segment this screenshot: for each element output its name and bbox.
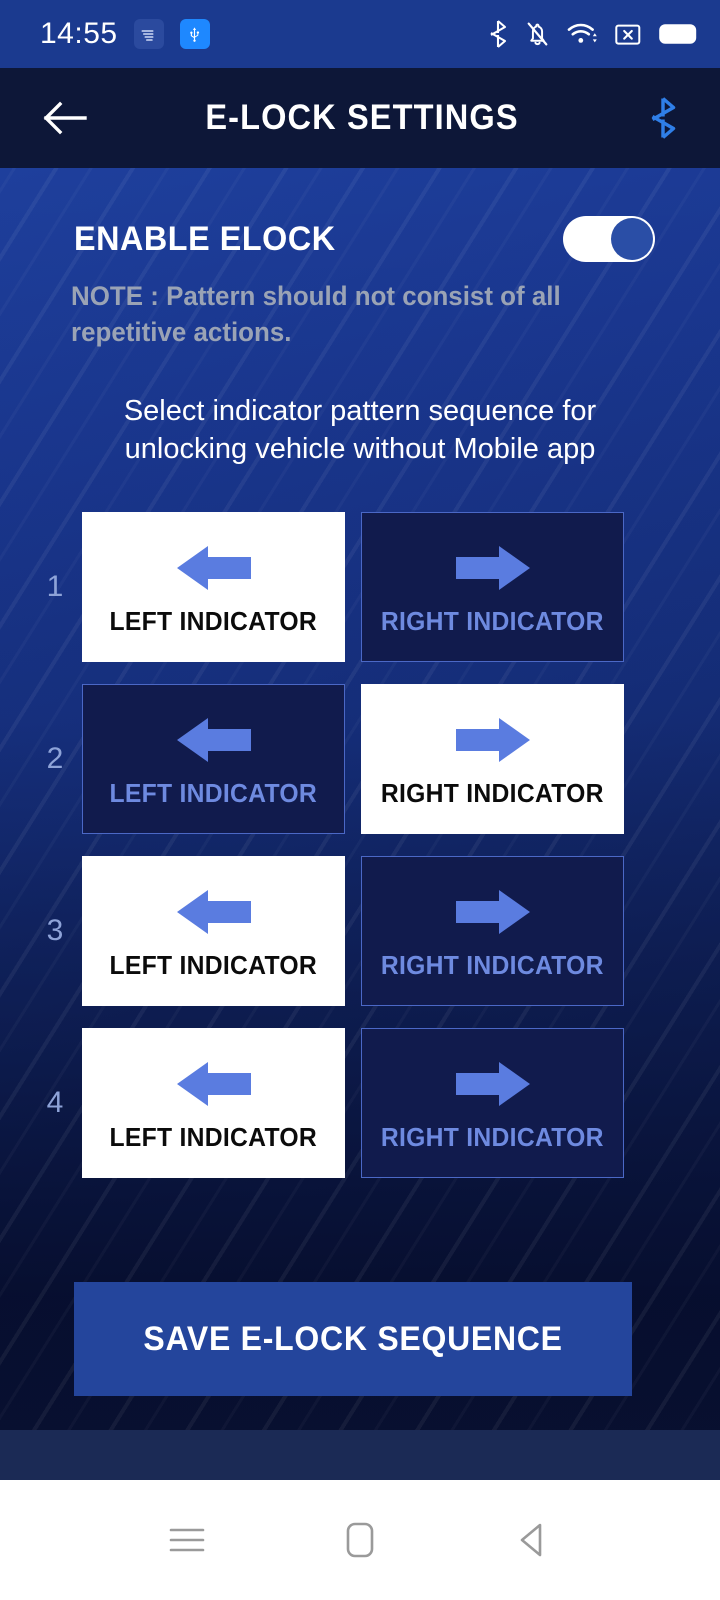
usb-icon bbox=[179, 19, 210, 49]
status-bar-left: 14:55 bbox=[40, 17, 210, 51]
row-options: LEFT INDICATOR RIGHT INDICATOR bbox=[82, 1028, 624, 1179]
wifi-icon bbox=[567, 23, 597, 43]
row-number: 3 bbox=[46, 914, 64, 948]
left-indicator-label: LEFT INDICATOR bbox=[109, 1121, 318, 1152]
arrow-right-block-icon bbox=[455, 1061, 530, 1106]
sim-no-signal-icon bbox=[615, 24, 641, 45]
save-elock-sequence-button[interactable]: SAVE E-LOCK SEQUENCE bbox=[74, 1282, 632, 1397]
right-indicator-label: RIGHT INDICATOR bbox=[381, 605, 604, 636]
arrow-right-block-icon bbox=[455, 717, 530, 762]
enable-elock-toggle[interactable] bbox=[563, 216, 655, 262]
row-options: LEFT INDICATOR RIGHT INDICATOR bbox=[82, 512, 624, 663]
arrow-left-block-icon bbox=[176, 545, 251, 590]
left-indicator-option[interactable]: LEFT INDICATOR bbox=[82, 684, 345, 835]
bluetooth-button[interactable] bbox=[636, 89, 690, 147]
pattern-note: NOTE : Pattern should not consist of all… bbox=[71, 281, 561, 348]
arrow-left-block-icon bbox=[176, 889, 251, 934]
row-number: 1 bbox=[46, 570, 64, 604]
bluetooth-icon bbox=[490, 20, 507, 48]
bottom-strip bbox=[0, 1430, 720, 1480]
row-number: 2 bbox=[46, 742, 64, 776]
arrow-left-icon bbox=[43, 101, 87, 135]
right-indicator-label: RIGHT INDICATOR bbox=[381, 1121, 604, 1152]
enable-elock-row: ENABLE ELOCK bbox=[0, 168, 720, 262]
pattern-row: 4 LEFT INDICATOR RIGHT INDICATOR bbox=[0, 1028, 720, 1179]
save-button-label: SAVE E-LOCK SEQUENCE bbox=[143, 1319, 563, 1358]
right-indicator-option[interactable]: RIGHT INDICATOR bbox=[361, 684, 624, 835]
weather-chip-icon bbox=[133, 19, 164, 49]
home-icon bbox=[346, 1522, 374, 1558]
toggle-knob bbox=[611, 218, 653, 260]
back-button[interactable] bbox=[493, 1500, 573, 1580]
left-indicator-option[interactable]: LEFT INDICATOR bbox=[82, 1028, 345, 1179]
battery-full-icon bbox=[659, 24, 697, 44]
instruction-text: Select indicator pattern sequence for un… bbox=[123, 394, 597, 465]
left-indicator-label: LEFT INDICATOR bbox=[109, 777, 318, 808]
pattern-row: 2 LEFT INDICATOR RIGHT INDICATOR bbox=[0, 684, 720, 835]
left-indicator-label: LEFT INDICATOR bbox=[109, 605, 318, 636]
arrow-left-block-icon bbox=[176, 717, 251, 762]
row-number: 4 bbox=[46, 1086, 64, 1120]
row-options: LEFT INDICATOR RIGHT INDICATOR bbox=[82, 684, 624, 835]
home-button[interactable] bbox=[320, 1500, 400, 1580]
recents-button[interactable] bbox=[147, 1500, 227, 1580]
notifications-off-icon bbox=[527, 22, 548, 45]
right-indicator-label: RIGHT INDICATOR bbox=[381, 949, 604, 980]
status-bar: 14:55 bbox=[0, 0, 720, 68]
right-indicator-option[interactable]: RIGHT INDICATOR bbox=[361, 512, 624, 663]
back-button[interactable] bbox=[36, 89, 94, 147]
pattern-row: 3 LEFT INDICATOR RIGHT INDICATOR bbox=[0, 856, 720, 1007]
recents-icon bbox=[169, 1528, 204, 1552]
save-button-wrap: SAVE E-LOCK SEQUENCE bbox=[0, 1200, 720, 1397]
right-indicator-label: RIGHT INDICATOR bbox=[381, 777, 604, 808]
left-indicator-label: LEFT INDICATOR bbox=[109, 949, 318, 980]
main-content: ENABLE ELOCK NOTE : Pattern should not c… bbox=[0, 168, 720, 1480]
app-bar: E-LOCK SETTINGS bbox=[0, 68, 720, 168]
status-bar-right bbox=[488, 20, 698, 48]
back-icon bbox=[521, 1523, 542, 1557]
status-bar-clock: 14:55 bbox=[40, 17, 118, 50]
enable-elock-label: ENABLE ELOCK bbox=[74, 219, 336, 258]
page-title: E-LOCK SETTINGS bbox=[205, 98, 519, 137]
pattern-rows: 1 LEFT INDICATOR RIGHT INDICATOR 2 LEFT … bbox=[0, 468, 720, 1179]
pattern-row: 1 LEFT INDICATOR RIGHT INDICATOR bbox=[0, 512, 720, 663]
android-nav-bar bbox=[0, 1480, 720, 1600]
right-indicator-option[interactable]: RIGHT INDICATOR bbox=[361, 1028, 624, 1179]
arrow-right-block-icon bbox=[455, 545, 530, 590]
app-screen: 14:55 E-LOCK SETTINGS ENABLE ELOCK NOTE … bbox=[0, 0, 720, 1600]
bluetooth-icon bbox=[651, 97, 676, 139]
arrow-left-block-icon bbox=[176, 1061, 251, 1106]
left-indicator-option[interactable]: LEFT INDICATOR bbox=[82, 512, 345, 663]
row-options: LEFT INDICATOR RIGHT INDICATOR bbox=[82, 856, 624, 1007]
left-indicator-option[interactable]: LEFT INDICATOR bbox=[82, 856, 345, 1007]
arrow-right-block-icon bbox=[455, 889, 530, 934]
right-indicator-option[interactable]: RIGHT INDICATOR bbox=[361, 856, 624, 1007]
